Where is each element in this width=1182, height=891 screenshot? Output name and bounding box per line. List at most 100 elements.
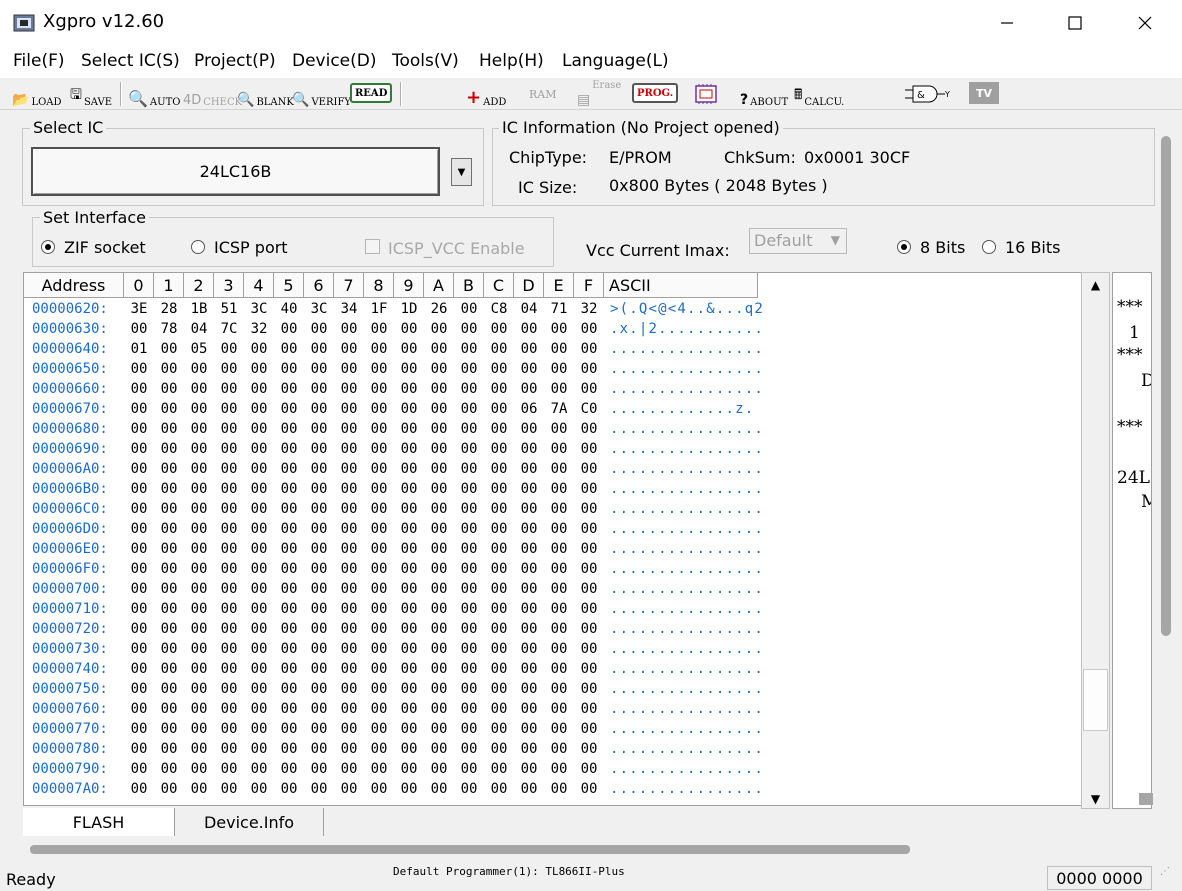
hex-ascii[interactable]: ................ (610, 699, 764, 719)
hex-byte-cell[interactable]: 00 (334, 399, 364, 419)
hex-byte-cell[interactable]: 00 (484, 599, 514, 619)
hex-byte-cell[interactable]: 00 (484, 719, 514, 739)
hex-byte-cell[interactable]: 00 (244, 379, 274, 399)
menu-project[interactable]: Project(P) (194, 51, 276, 71)
hex-byte-cell[interactable]: 00 (484, 419, 514, 439)
hex-byte-cell[interactable]: 00 (274, 499, 304, 519)
chip-button[interactable] (693, 80, 719, 108)
hex-byte-cell[interactable]: 00 (454, 299, 484, 319)
read-button[interactable]: READ (350, 83, 393, 103)
hex-byte-cell[interactable]: 00 (484, 559, 514, 579)
hex-byte-cell[interactable]: 00 (274, 639, 304, 659)
hex-byte-cell[interactable]: 00 (124, 419, 154, 439)
hex-byte-cell[interactable]: 1D (394, 299, 424, 319)
hex-byte-cell[interactable]: 00 (334, 319, 364, 339)
hex-byte-cell[interactable]: 00 (184, 399, 214, 419)
hex-byte-cell[interactable]: 00 (214, 679, 244, 699)
hex-byte-cell[interactable]: 00 (154, 639, 184, 659)
hex-byte-cell[interactable]: 00 (334, 559, 364, 579)
hex-ascii[interactable]: ................ (610, 659, 764, 679)
hex-byte-cell[interactable]: 00 (544, 419, 574, 439)
hex-byte-cell[interactable]: 00 (214, 659, 244, 679)
hex-byte-cell[interactable]: 00 (154, 399, 184, 419)
hex-byte-cell[interactable]: 00 (124, 499, 154, 519)
hex-byte-cell[interactable]: 00 (364, 419, 394, 439)
hex-byte-cell[interactable]: 00 (394, 659, 424, 679)
hex-byte-cell[interactable]: 00 (124, 319, 154, 339)
hex-byte-cell[interactable]: 00 (364, 439, 394, 459)
hex-row[interactable]: 000006C0: 00 00 00 00 00 00 00 00 00 00 00 00 00 00 00 0… (24, 499, 1082, 519)
hex-byte-cell[interactable]: 00 (334, 779, 364, 799)
hex-byte-cell[interactable]: 00 (214, 419, 244, 439)
hex-byte-cell[interactable]: 00 (184, 479, 214, 499)
hex-byte-cell[interactable]: 00 (484, 759, 514, 779)
hex-row[interactable]: 00000640: 01 00 05 00 00 00 00 00 00 00 00 00 00 00 00 0… (24, 339, 1082, 359)
hex-byte-cell[interactable]: 00 (544, 459, 574, 479)
erase-button[interactable]: ▤ Erase (577, 80, 621, 108)
hex-byte-cell[interactable]: 00 (214, 559, 244, 579)
hex-byte-cell[interactable]: 00 (574, 319, 604, 339)
hex-byte-cell[interactable]: 00 (484, 639, 514, 659)
hex-byte-cell[interactable]: 00 (454, 479, 484, 499)
hex-byte-cell[interactable]: 00 (514, 719, 544, 739)
hex-byte-cell[interactable]: 00 (424, 659, 454, 679)
hex-byte-cell[interactable]: 00 (124, 739, 154, 759)
hex-byte-cell[interactable]: 00 (454, 739, 484, 759)
hex-byte-cell[interactable]: 00 (574, 579, 604, 599)
hex-byte-cell[interactable]: 00 (274, 419, 304, 439)
hex-row[interactable]: 000006D0: 00 00 00 00 00 00 00 00 00 00 00 00 00 00 00 0… (24, 519, 1082, 539)
hex-byte-cell[interactable]: 00 (424, 599, 454, 619)
hex-byte-cell[interactable]: 00 (274, 339, 304, 359)
hex-byte-cell[interactable]: 00 (184, 679, 214, 699)
hex-ascii[interactable]: ................ (610, 339, 764, 359)
hex-byte-cell[interactable]: 00 (454, 559, 484, 579)
hex-byte-cell[interactable]: 00 (484, 479, 514, 499)
hex-byte-cell[interactable]: 00 (214, 619, 244, 639)
hex-byte-cell[interactable]: 00 (244, 339, 274, 359)
horizontal-scroll-thumb[interactable] (30, 845, 910, 854)
hex-byte-cell[interactable]: 00 (304, 539, 334, 559)
hex-byte-cell[interactable]: 00 (304, 339, 334, 359)
hex-byte-cell[interactable]: 00 (154, 739, 184, 759)
hex-byte-cell[interactable]: 00 (394, 619, 424, 639)
hex-byte-cell[interactable]: 00 (454, 759, 484, 779)
hex-byte-cell[interactable]: 7A (544, 399, 574, 419)
hex-byte-cell[interactable]: 00 (154, 419, 184, 439)
hex-byte-cell[interactable]: 00 (334, 539, 364, 559)
hex-byte-cell[interactable]: 00 (124, 719, 154, 739)
hex-byte-cell[interactable]: 00 (364, 459, 394, 479)
hex-byte-cell[interactable]: 00 (574, 779, 604, 799)
blank-button[interactable]: 🔍 BLANK (237, 80, 294, 108)
hex-byte-cell[interactable]: 00 (544, 539, 574, 559)
hex-byte-cell[interactable]: 00 (334, 579, 364, 599)
hex-byte-cell[interactable]: 00 (244, 439, 274, 459)
hex-byte-cell[interactable]: 00 (484, 739, 514, 759)
hex-byte-cell[interactable]: 00 (544, 339, 574, 359)
hex-byte-cell[interactable]: 00 (334, 419, 364, 439)
hex-byte-cell[interactable]: 00 (424, 579, 454, 599)
hex-byte-cell[interactable]: 00 (394, 339, 424, 359)
hex-byte-cell[interactable]: 00 (364, 499, 394, 519)
hex-byte-cell[interactable]: 00 (424, 559, 454, 579)
hex-byte-cell[interactable]: 00 (124, 399, 154, 419)
hex-byte-cell[interactable]: 1F (364, 299, 394, 319)
hex-byte-cell[interactable]: 40 (274, 299, 304, 319)
logic-button[interactable]: & Y (905, 80, 951, 108)
tab-device-info[interactable]: Device.Info (175, 808, 324, 836)
hex-row[interactable]: 00000740: 00 00 00 00 00 00 00 00 00 00 00 00 00 00 00 0… (24, 659, 1082, 679)
hex-byte-cell[interactable]: 00 (544, 599, 574, 619)
zif-socket-radio[interactable] (41, 240, 55, 254)
hex-row[interactable]: 00000650: 00 00 00 00 00 00 00 00 00 00 00 00 00 00 00 0… (24, 359, 1082, 379)
hex-byte-cell[interactable]: 32 (574, 299, 604, 319)
hex-byte-cell[interactable]: 00 (574, 559, 604, 579)
hex-byte-cell[interactable]: 00 (364, 599, 394, 619)
hex-ascii[interactable]: ................ (610, 779, 764, 799)
hex-byte-cell[interactable]: 00 (304, 699, 334, 719)
hex-byte-cell[interactable]: 00 (394, 399, 424, 419)
hex-byte-cell[interactable]: 00 (454, 319, 484, 339)
hex-byte-cell[interactable]: 00 (514, 499, 544, 519)
hex-byte-cell[interactable]: 00 (484, 679, 514, 699)
verify-button[interactable]: 🔍 VERIFY (292, 80, 351, 108)
check-button[interactable]: 4D CHECK (183, 80, 242, 108)
hex-byte-cell[interactable]: 00 (304, 399, 334, 419)
